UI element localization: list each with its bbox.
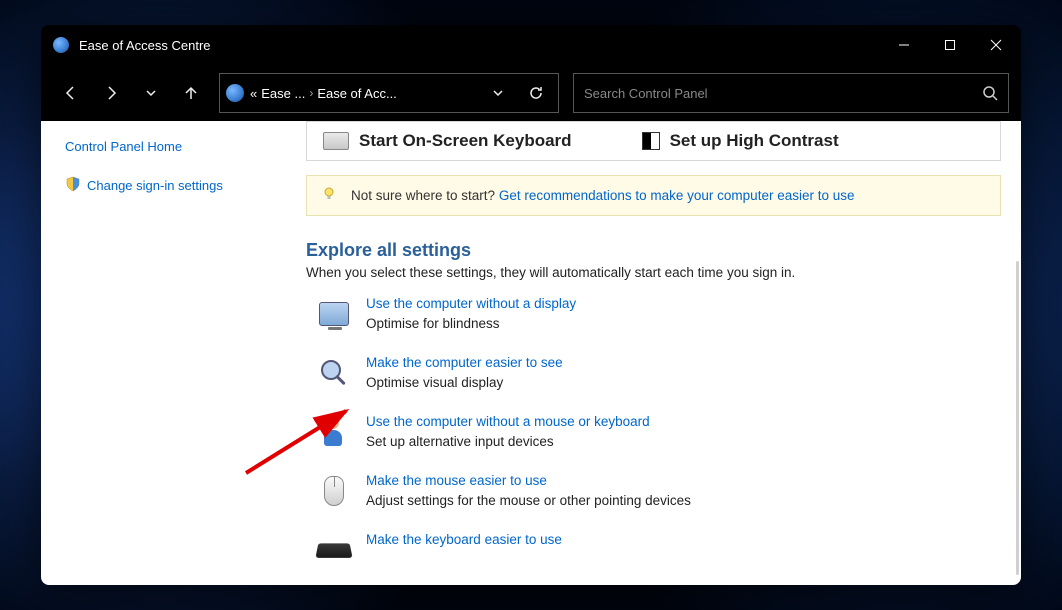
- back-button[interactable]: [53, 75, 89, 111]
- setting-link[interactable]: Make the computer easier to see: [366, 355, 563, 370]
- setting-without-display: Use the computer without a display Optim…: [306, 296, 1001, 333]
- search-bar[interactable]: [573, 73, 1009, 113]
- setting-easier-to-see: Make the computer easier to see Optimise…: [306, 355, 1001, 392]
- qa-label: Set up High Contrast: [670, 131, 839, 151]
- scrollbar[interactable]: [1016, 261, 1019, 575]
- recent-locations-button[interactable]: [133, 75, 169, 111]
- start-osk-button[interactable]: Start On-Screen Keyboard: [323, 131, 572, 151]
- contrast-icon: [642, 132, 660, 150]
- quick-access-panel: Start On-Screen Keyboard Set up High Con…: [306, 121, 1001, 161]
- mouse-icon: [316, 473, 352, 509]
- section-heading: Explore all settings: [306, 240, 1001, 261]
- sidebar-link-label: Change sign-in settings: [87, 178, 223, 193]
- search-icon[interactable]: [982, 85, 998, 101]
- forward-button[interactable]: [93, 75, 129, 111]
- crumb-prefix: «: [250, 86, 257, 101]
- up-button[interactable]: [173, 75, 209, 111]
- shield-icon: [65, 176, 81, 195]
- setting-without-mouse-keyboard: Use the computer without a mouse or keyb…: [306, 414, 1001, 451]
- sidebar: Control Panel Home Change sign-in settin…: [41, 121, 306, 585]
- qa-label: Start On-Screen Keyboard: [359, 131, 572, 151]
- window-title: Ease of Access Centre: [79, 38, 881, 53]
- setting-desc: Set up alternative input devices: [366, 434, 554, 449]
- minimize-button[interactable]: [881, 25, 927, 65]
- sidebar-link-label: Control Panel Home: [65, 139, 182, 154]
- setting-link[interactable]: Use the computer without a display: [366, 296, 576, 311]
- titlebar: Ease of Access Centre: [41, 25, 1021, 65]
- setting-mouse-easier: Make the mouse easier to use Adjust sett…: [306, 473, 1001, 510]
- keyboard-icon: [316, 532, 352, 568]
- setup-high-contrast-button[interactable]: Set up High Contrast: [642, 131, 839, 151]
- chevron-right-icon: ›: [309, 86, 313, 100]
- address-icon: [226, 84, 244, 102]
- main-pane: Start On-Screen Keyboard Set up High Con…: [306, 121, 1021, 585]
- setting-desc: Optimise for blindness: [366, 316, 500, 331]
- refresh-button[interactable]: [520, 77, 552, 109]
- info-lead: Not sure where to start?: [351, 188, 499, 203]
- sidebar-link-home[interactable]: Control Panel Home: [65, 139, 290, 154]
- info-bar: Not sure where to start? Get recommendat…: [306, 175, 1001, 216]
- address-dropdown-button[interactable]: [482, 77, 514, 109]
- magnifier-icon: [316, 355, 352, 391]
- section-subheading: When you select these settings, they wil…: [306, 265, 1001, 280]
- maximize-button[interactable]: [927, 25, 973, 65]
- setting-desc: Adjust settings for the mouse or other p…: [366, 493, 691, 508]
- keyboard-icon: [323, 132, 349, 150]
- lightbulb-icon: [321, 186, 337, 205]
- monitor-icon: [316, 296, 352, 332]
- info-link[interactable]: Get recommendations to make your compute…: [499, 188, 855, 203]
- close-button[interactable]: [973, 25, 1019, 65]
- setting-desc: Optimise visual display: [366, 375, 503, 390]
- crumb-segment[interactable]: Ease ...: [261, 86, 305, 101]
- setting-link[interactable]: Make the keyboard easier to use: [366, 532, 562, 547]
- crumb-segment[interactable]: Ease of Acc...: [317, 86, 397, 101]
- app-icon: [53, 37, 69, 53]
- breadcrumb[interactable]: « Ease ... › Ease of Acc...: [250, 86, 476, 101]
- search-input[interactable]: [584, 86, 982, 101]
- setting-link[interactable]: Use the computer without a mouse or keyb…: [366, 414, 650, 429]
- sidebar-link-signin[interactable]: Change sign-in settings: [65, 176, 290, 195]
- person-icon: [316, 414, 352, 450]
- address-bar[interactable]: « Ease ... › Ease of Acc...: [219, 73, 559, 113]
- setting-link[interactable]: Make the mouse easier to use: [366, 473, 691, 488]
- content-area: Control Panel Home Change sign-in settin…: [41, 121, 1021, 585]
- window: Ease of Access Centre: [41, 25, 1021, 585]
- setting-keyboard-easier: Make the keyboard easier to use: [306, 532, 1001, 568]
- navbar: « Ease ... › Ease of Acc...: [41, 65, 1021, 121]
